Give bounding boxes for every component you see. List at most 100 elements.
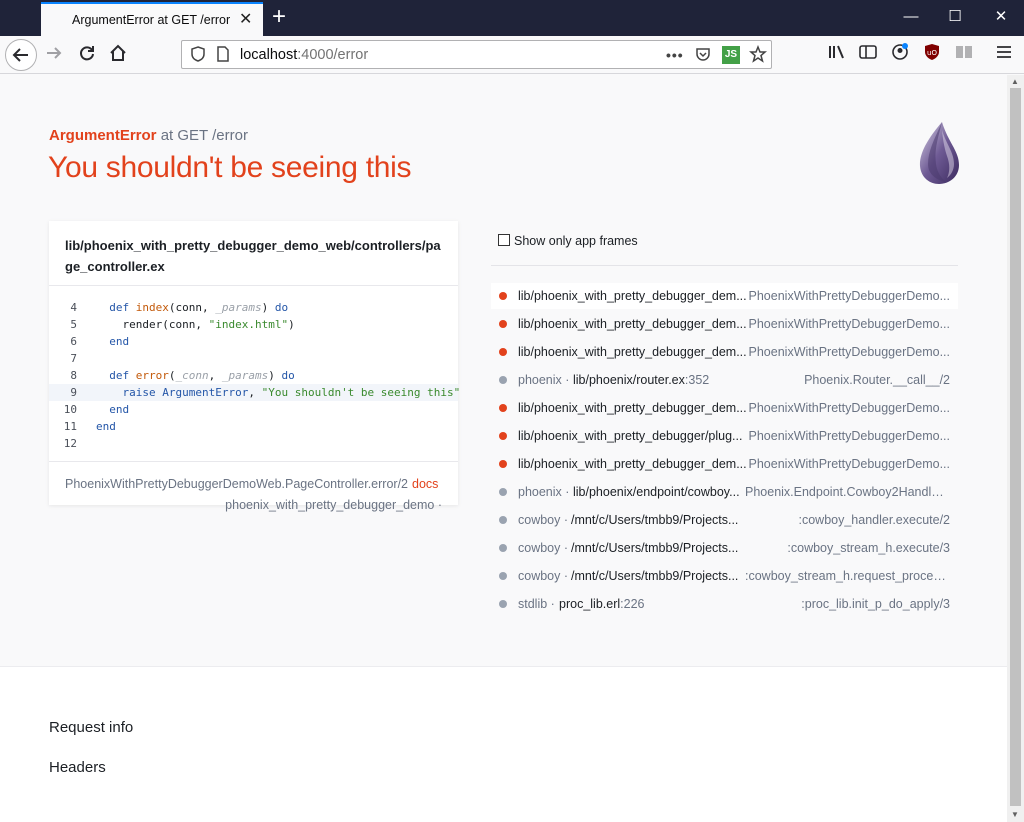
stack-frame[interactable]: lib/phoenix_with_pretty_debugger/plug...… bbox=[491, 423, 958, 449]
frame-file: lib/phoenix/endpoint/cowboy... bbox=[573, 485, 740, 499]
line-number: 12 bbox=[63, 437, 77, 450]
line-number: 11 bbox=[63, 420, 77, 433]
minimize-button[interactable]: — bbox=[901, 7, 921, 27]
frame-function: PhoenixWithPrettyDebuggerDemo... bbox=[748, 457, 950, 471]
js-extension-badge[interactable]: JS bbox=[722, 46, 740, 64]
divider bbox=[49, 285, 458, 286]
frame-function: :cowboy_handler.execute/2 bbox=[798, 513, 951, 527]
code-mfa: PhoenixWithPrettyDebuggerDemoWeb.PageCon… bbox=[65, 477, 438, 491]
frame-dot-icon bbox=[499, 600, 507, 608]
code-line: 9 raise ArgumentError, "You shouldn't be… bbox=[49, 384, 461, 401]
sidebar-icon[interactable] bbox=[857, 42, 879, 64]
frame-function: PhoenixWithPrettyDebuggerDemo... bbox=[748, 345, 950, 359]
frame-file: lib/phoenix_with_pretty_debugger_dem... bbox=[518, 317, 747, 331]
code-line: 11 end bbox=[49, 418, 458, 435]
code-app-name: phoenix_with_pretty_debugger_demo · bbox=[225, 498, 442, 512]
line-number: 7 bbox=[70, 352, 77, 365]
frame-function: Phoenix.Endpoint.Cowboy2Handler... bbox=[745, 485, 950, 499]
line-code: def error(_conn, _params) do bbox=[109, 369, 295, 382]
code-lines: 4 def index(conn, _params) do 5 render(co… bbox=[49, 299, 461, 452]
address-bar[interactable]: localhost:4000/error ••• JS bbox=[181, 40, 772, 69]
home-icon bbox=[110, 44, 126, 61]
line-number: 9 bbox=[70, 386, 77, 399]
code-line: 7 bbox=[49, 350, 458, 367]
line-number: 6 bbox=[70, 335, 77, 348]
frame-package: cowboy · bbox=[518, 569, 569, 583]
frame-package: phoenix · bbox=[518, 373, 570, 387]
stack-frame[interactable]: lib/phoenix_with_pretty_debugger_dem... P… bbox=[491, 339, 958, 365]
maximize-button[interactable]: ☐ bbox=[945, 7, 965, 27]
show-app-frames-label: Show only app frames bbox=[514, 234, 638, 248]
divider bbox=[491, 265, 958, 266]
stack-frame[interactable]: lib/phoenix_with_pretty_debugger_dem... P… bbox=[491, 395, 958, 421]
frame-function: PhoenixWithPrettyDebuggerDemo... bbox=[748, 317, 950, 331]
line-number: 4 bbox=[70, 301, 77, 314]
stack-frame[interactable]: stdlib · proc_lib.erl:226:proc_lib.init_p… bbox=[491, 591, 958, 617]
menu-icon[interactable] bbox=[993, 42, 1015, 64]
frame-function: PhoenixWithPrettyDebuggerDemo... bbox=[748, 429, 950, 443]
line-code: end bbox=[109, 403, 130, 416]
frame-dot-icon bbox=[499, 572, 507, 580]
stack-frame[interactable]: cowboy ·/mnt/c/Users/tmbb9/Projects...:c… bbox=[491, 507, 958, 533]
frame-dot-icon bbox=[499, 432, 507, 440]
page-icon[interactable] bbox=[216, 45, 230, 68]
line-code: raise ArgumentError, "You shouldn't be s… bbox=[122, 386, 461, 399]
frame-file: lib/phoenix_with_pretty_debugger_dem... bbox=[518, 401, 747, 415]
error-page: ArgumentError at GET /error You shouldn'… bbox=[0, 75, 1007, 822]
frame-dot-icon bbox=[499, 460, 507, 468]
line-code: end bbox=[109, 335, 130, 348]
error-message: You shouldn't be seeing this bbox=[48, 151, 412, 184]
page-scrollbar[interactable]: ▲ ▼ bbox=[1007, 75, 1024, 822]
new-tab-button[interactable]: + bbox=[272, 3, 286, 31]
code-line: 6 end bbox=[49, 333, 458, 350]
stack-frame[interactable]: lib/phoenix_with_pretty_debugger_dem... P… bbox=[491, 311, 958, 337]
pocket-icon[interactable] bbox=[694, 45, 712, 68]
frame-package: phoenix · bbox=[518, 485, 570, 499]
show-app-frames-toggle[interactable]: Show only app frames bbox=[498, 234, 638, 248]
error-type: ArgumentError bbox=[49, 127, 157, 144]
window-close-button[interactable]: ✕ bbox=[991, 7, 1011, 27]
close-icon[interactable]: ✕ bbox=[239, 10, 252, 30]
svg-text:uO: uO bbox=[927, 49, 937, 57]
home-button[interactable] bbox=[107, 42, 129, 64]
stack-frame[interactable]: lib/phoenix_with_pretty_debugger_dem... P… bbox=[491, 451, 958, 477]
divider bbox=[49, 461, 458, 462]
frame-file: lib/phoenix_with_pretty_debugger_dem... bbox=[518, 289, 747, 303]
scroll-up-icon[interactable]: ▲ bbox=[1011, 77, 1019, 86]
bookmark-star-icon[interactable] bbox=[749, 44, 767, 68]
frame-package: stdlib · bbox=[518, 597, 555, 611]
more-icon[interactable]: ••• bbox=[666, 45, 684, 65]
code-line: 8 def error(_conn, _params) do bbox=[49, 367, 458, 384]
account-icon[interactable] bbox=[889, 42, 911, 64]
shield-icon[interactable] bbox=[190, 45, 206, 68]
frame-package: cowboy · bbox=[518, 513, 569, 527]
stack-frame[interactable]: cowboy ·/mnt/c/Users/tmbb9/Projects...:c… bbox=[491, 563, 958, 589]
scrollbar-thumb[interactable] bbox=[1010, 88, 1021, 806]
show-app-frames-checkbox[interactable] bbox=[498, 234, 510, 246]
frame-file: proc_lib.erl:226 bbox=[559, 597, 645, 611]
forward-button[interactable] bbox=[43, 42, 65, 64]
frame-dot-icon bbox=[499, 404, 507, 412]
request-info-heading[interactable]: Request info bbox=[49, 719, 133, 736]
reader-icon[interactable] bbox=[953, 42, 975, 64]
ublock-icon[interactable]: uO bbox=[921, 42, 943, 64]
back-button[interactable] bbox=[5, 39, 37, 71]
reload-icon bbox=[80, 46, 94, 61]
url-text[interactable]: localhost:4000/error bbox=[240, 47, 368, 63]
stack-frame[interactable]: lib/phoenix_with_pretty_debugger_dem... P… bbox=[491, 283, 958, 309]
line-number: 5 bbox=[70, 318, 77, 331]
line-code: end bbox=[96, 420, 116, 433]
library-icon[interactable] bbox=[826, 42, 848, 64]
docs-link[interactable]: docs bbox=[412, 477, 438, 491]
frame-dot-icon bbox=[499, 516, 507, 524]
stack-frame[interactable]: cowboy ·/mnt/c/Users/tmbb9/Projects...:c… bbox=[491, 535, 958, 561]
reload-button[interactable] bbox=[76, 42, 98, 64]
stack-frame[interactable]: phoenix · lib/phoenix/router.ex:352 Phoeni… bbox=[491, 367, 958, 393]
browser-titlebar: ArgumentError at GET /error ✕ + — ☐ ✕ bbox=[0, 0, 1024, 36]
frame-file: /mnt/c/Users/tmbb9/Projects... bbox=[571, 541, 739, 555]
browser-tab[interactable]: ArgumentError at GET /error ✕ bbox=[41, 2, 263, 36]
scroll-down-icon[interactable]: ▼ bbox=[1011, 810, 1019, 819]
stack-frame[interactable]: phoenix · lib/phoenix/endpoint/cowboy... P… bbox=[491, 479, 958, 505]
headers-heading[interactable]: Headers bbox=[49, 759, 106, 776]
frame-dot-icon bbox=[499, 348, 507, 356]
